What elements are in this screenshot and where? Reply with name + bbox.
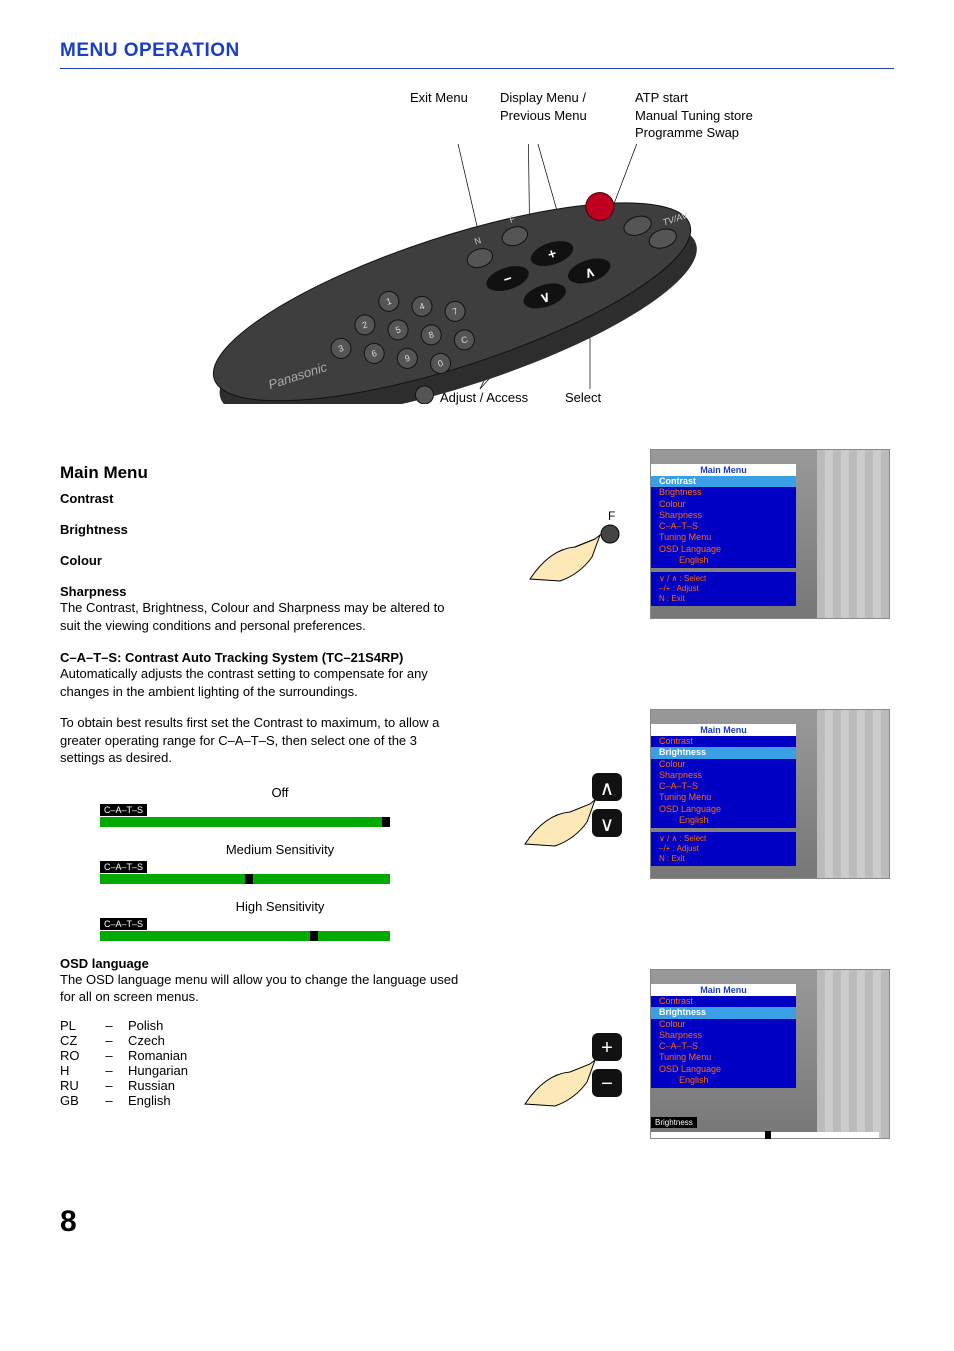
cats-tag: C–A–T–S [100, 918, 147, 930]
page-number: 8 [60, 1205, 77, 1239]
osd-lang-desc: The OSD language menu will allow you to … [60, 971, 460, 1006]
left-column: Main Menu Contrast Brightness Colour Sha… [60, 459, 460, 1229]
cats-label-med: Medium Sensitivity [100, 842, 460, 857]
callout-exit-menu: Exit Menu [410, 89, 468, 107]
brightness-bar-label: Brightness [651, 1117, 697, 1128]
osd-lang-title: OSD language [60, 956, 460, 971]
menu-item-contrast: Contrast [60, 491, 460, 506]
remote-diagram: Exit Menu Display Menu / Previous Menu A… [60, 89, 894, 459]
svg-text:+: + [601, 1037, 613, 1059]
cats-tag: C–A–T–S [100, 861, 147, 873]
cats-p1: Automatically adjusts the contrast setti… [60, 665, 460, 700]
cats-label-high: High Sensitivity [100, 899, 460, 914]
menu-item-brightness: Brightness [60, 522, 460, 537]
hand-press-plusminus-icon: + − [520, 1029, 630, 1119]
osd-screenshot-2: Main Menu Contrast Brightness Colour Sha… [650, 709, 890, 879]
cats-label-off: Off [100, 785, 460, 800]
remote-control-illustration: − + ∨ ∧ Panasonic VCR TV/AV N F 321 654 … [190, 144, 730, 404]
svg-text:−: − [601, 1073, 613, 1095]
osd-title: Main Menu [651, 984, 796, 996]
menu-item-sharpness: Sharpness [60, 584, 460, 599]
cats-p2: To obtain best results first set the Con… [60, 714, 460, 767]
cats-settings-diagram: Off C–A–T–S Medium Sensitivity C–A–T–S H… [100, 785, 460, 936]
right-column: F Main Menu Contrast Brightness Colour S… [490, 459, 894, 1229]
hand-press-f-icon: F [520, 509, 630, 599]
osd-screenshot-3: Main Menu Contrast Brightness Colour Sha… [650, 969, 890, 1139]
sharpness-desc: The Contrast, Brightness, Colour and Sha… [60, 599, 460, 634]
page-title: MENU OPERATION [60, 40, 894, 69]
svg-text:∨: ∨ [600, 814, 615, 836]
osd-title: Main Menu [651, 464, 796, 476]
cats-tag: C–A–T–S [100, 804, 147, 816]
osd-screenshot-1: Main Menu Contrast Brightness Colour Sha… [650, 449, 890, 619]
callout-display-prev: Display Menu / Previous Menu [500, 89, 587, 124]
osd-title: Main Menu [651, 724, 796, 736]
hand-press-updown-icon: ∧ ∨ [520, 769, 630, 859]
menu-item-colour: Colour [60, 553, 460, 568]
main-menu-heading: Main Menu [60, 463, 460, 483]
f-key-label: F [608, 509, 615, 523]
svg-text:∧: ∧ [600, 778, 615, 800]
cats-title: C–A–T–S: Contrast Auto Tracking System (… [60, 650, 460, 665]
language-table: PL–Polish CZ–Czech RO–Romanian H–Hungari… [60, 1018, 460, 1108]
callout-atp: ATP start Manual Tuning store Programme … [635, 89, 753, 142]
